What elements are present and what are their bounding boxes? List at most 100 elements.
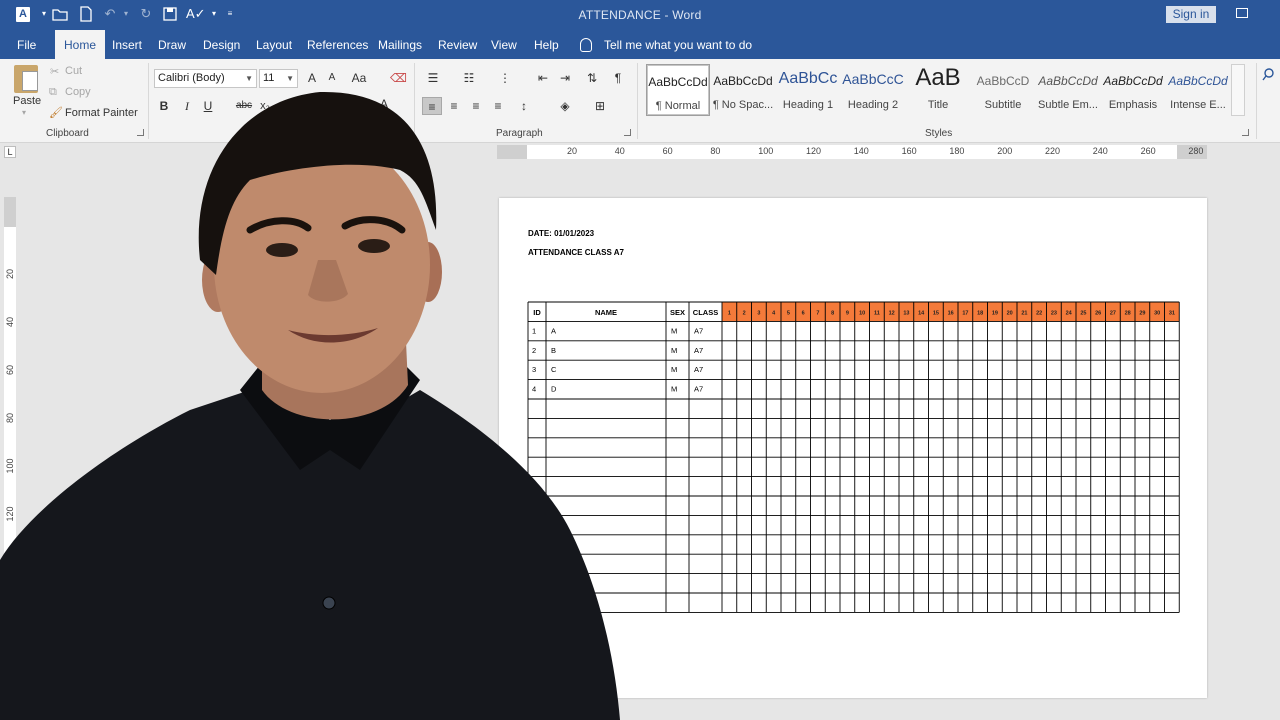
presenter-eye-left xyxy=(266,243,298,257)
document-title: ATTENDANCE - Word xyxy=(578,8,702,22)
show-formatting-icon[interactable]: ¶ xyxy=(609,69,627,87)
style-sample: AaBbCc xyxy=(778,70,838,87)
style-sample: AaBbCcC xyxy=(842,71,904,87)
style-sample: AaB xyxy=(915,64,961,91)
day-header-cell: 31 xyxy=(1169,311,1175,317)
ruler-label: 120 xyxy=(806,146,822,156)
shirt-button xyxy=(322,596,336,610)
day-header-cell: 23 xyxy=(1051,311,1057,317)
word-window: A ▾ ↶ ▾ ↻ A✓ ▾ ≡ ATTENDANCE - Word Sign … xyxy=(0,0,1280,720)
day-header-cell: 7 xyxy=(816,311,819,317)
table-cell: A7 xyxy=(694,385,703,394)
multilevel-list-icon[interactable]: ⋮ xyxy=(496,69,514,87)
day-header-cell: 1 xyxy=(728,311,731,317)
ribbon-tabs: File Home Insert Draw Design Layout Refe… xyxy=(0,30,1280,59)
styles-group-label: Styles xyxy=(925,128,953,139)
ruler-label: 140 xyxy=(853,146,869,156)
style-sample: AaBbCcD xyxy=(976,74,1030,88)
sign-in-button[interactable]: Sign in xyxy=(1166,6,1216,23)
tab-file[interactable]: File xyxy=(8,30,45,59)
style-heading-1[interactable]: AaBbCc Heading 1 xyxy=(776,64,840,116)
day-header-cell: 5 xyxy=(787,311,790,317)
ribbon-display-options-icon[interactable] xyxy=(1236,8,1248,18)
title-bar: A ▾ ↶ ▾ ↻ A✓ ▾ ≡ ATTENDANCE - Word Sign … xyxy=(0,0,1280,30)
paste-icon[interactable] xyxy=(14,65,38,93)
day-header-cell: 11 xyxy=(874,311,880,317)
bullets-icon[interactable]: ☰ xyxy=(424,69,442,87)
tab-view[interactable]: View xyxy=(482,30,526,59)
ruler-label: 100 xyxy=(758,146,774,156)
shrink-font-button[interactable]: A xyxy=(325,69,339,87)
day-header-cell: 29 xyxy=(1139,311,1145,317)
day-header-cell: 3 xyxy=(757,311,760,317)
tab-references[interactable]: References xyxy=(298,30,377,59)
styles-launcher-icon[interactable] xyxy=(1242,129,1249,136)
day-header-cell: 28 xyxy=(1125,311,1131,317)
day-header-cell: 8 xyxy=(831,311,834,317)
ruler-label: 200 xyxy=(997,146,1013,156)
tab-help[interactable]: Help xyxy=(525,30,568,59)
style-normal[interactable]: AaBbCcDd ¶ Normal xyxy=(646,64,710,116)
scissors-icon: ✂ xyxy=(50,66,60,78)
grow-font-button[interactable]: A xyxy=(305,69,319,87)
style-name: Heading 2 xyxy=(847,99,899,111)
day-header-cell: 6 xyxy=(802,311,805,317)
style-sample: AaBbCcDd xyxy=(713,74,773,88)
tab-draw[interactable]: Draw xyxy=(149,30,195,59)
style-heading-2[interactable]: AaBbCcC Heading 2 xyxy=(841,64,905,116)
ruler-label: 180 xyxy=(949,146,965,156)
style-sample: AaBbCcDd xyxy=(1168,74,1228,88)
table-cell: M xyxy=(671,365,677,374)
clear-formatting-icon[interactable]: ⌫ xyxy=(390,69,407,87)
styles-gallery-scroll[interactable] xyxy=(1231,64,1245,116)
decrease-indent-icon[interactable]: ⇤ xyxy=(534,69,552,87)
day-header-cell: 17 xyxy=(962,311,968,317)
table-cell: A7 xyxy=(694,365,703,374)
numbering-icon[interactable]: ☷ xyxy=(460,69,478,87)
style-name: Heading 1 xyxy=(782,99,834,111)
day-header-cell: 16 xyxy=(948,311,954,317)
day-header-cell: 9 xyxy=(846,311,849,317)
ruler-label: 280 xyxy=(1188,146,1204,156)
tab-mailings[interactable]: Mailings xyxy=(369,30,431,59)
tab-insert[interactable]: Insert xyxy=(103,30,151,59)
day-header-cell: 25 xyxy=(1080,311,1086,317)
ruler-label: 240 xyxy=(1092,146,1108,156)
sort-icon[interactable]: ⇅ xyxy=(583,69,601,87)
change-case-button[interactable]: Aa xyxy=(350,69,368,87)
style-name: ¶ No Spac... xyxy=(712,99,774,111)
styles-gallery: AaBbCcDd ¶ Normal AaBbCcDd ¶ No Spac... … xyxy=(644,64,1232,116)
day-header-cell: 10 xyxy=(859,311,865,317)
day-header-cell: 18 xyxy=(977,311,983,317)
table-header-cell: SEX xyxy=(670,308,685,317)
group-divider xyxy=(1256,63,1257,139)
tab-review[interactable]: Review xyxy=(429,30,486,59)
font-size-combo[interactable]: 11 ▼ xyxy=(259,69,298,88)
increase-indent-icon[interactable]: ⇥ xyxy=(556,69,574,87)
tab-design[interactable]: Design xyxy=(194,30,249,59)
table-cell: A7 xyxy=(694,326,703,335)
presenter-eye-right xyxy=(358,239,390,253)
style-name: Subtle Em... xyxy=(1038,99,1098,111)
tab-home[interactable]: Home xyxy=(55,30,106,59)
style-subtitle[interactable]: AaBbCcD Subtitle xyxy=(971,64,1035,116)
style-no-spacing[interactable]: AaBbCcDd ¶ No Spac... xyxy=(711,64,775,116)
day-header-cell: 27 xyxy=(1110,311,1116,317)
day-header-cell: 15 xyxy=(933,311,939,317)
style-subtle-emphasis[interactable]: AaBbCcDd Subtle Em... xyxy=(1036,64,1100,116)
font-name-combo[interactable]: Calibri (Body) ▼ xyxy=(154,69,257,88)
ruler-label: 260 xyxy=(1140,146,1156,156)
style-intense-emphasis[interactable]: AaBbCcDd Intense E... xyxy=(1166,64,1230,116)
day-header-cell: 19 xyxy=(992,311,998,317)
tell-me-search[interactable]: Tell me what you want to do xyxy=(604,30,752,60)
style-emphasis[interactable]: AaBbCcDd Emphasis xyxy=(1101,64,1165,116)
style-title[interactable]: AaB Title xyxy=(906,64,970,116)
lightbulb-icon xyxy=(580,38,592,52)
style-sample: AaBbCcDd xyxy=(1038,74,1098,88)
cut-button[interactable]: Cut xyxy=(65,65,82,77)
ruler-label: 60 xyxy=(662,146,673,156)
style-name: Subtitle xyxy=(984,99,1022,111)
tab-layout[interactable]: Layout xyxy=(247,30,301,59)
day-header-cell: 14 xyxy=(918,311,925,317)
find-icon[interactable] xyxy=(1262,67,1278,83)
